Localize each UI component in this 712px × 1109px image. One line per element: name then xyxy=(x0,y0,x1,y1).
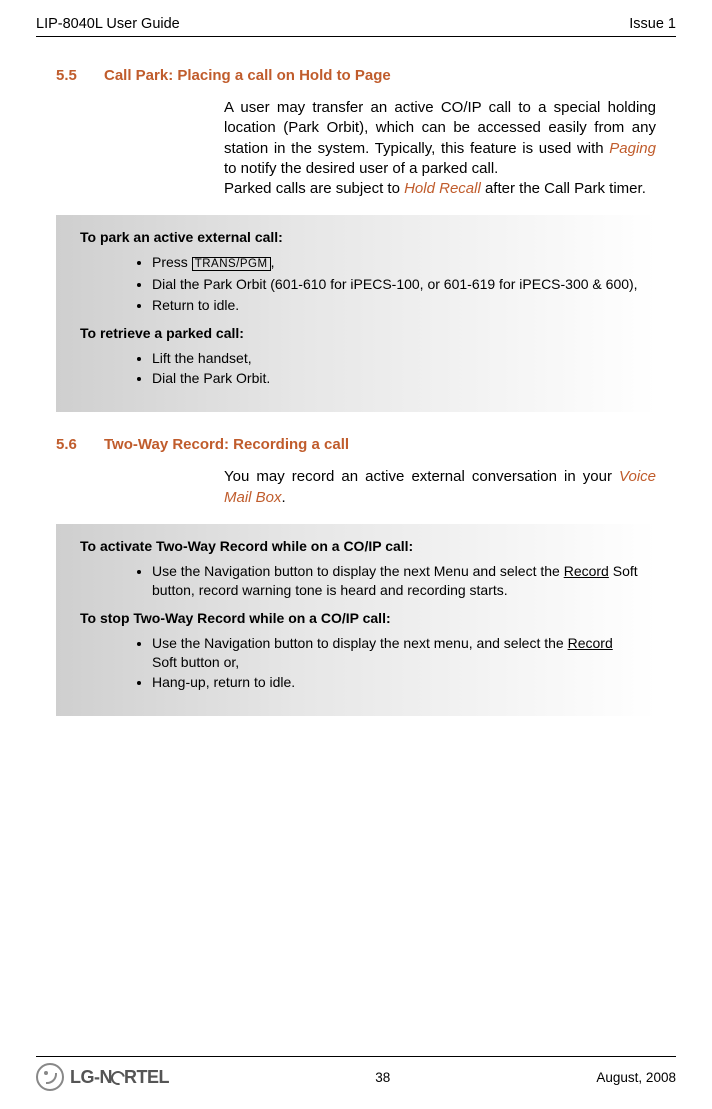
doc-title: LIP-8040L User Guide xyxy=(36,16,180,32)
text-run: Soft button or, xyxy=(152,654,239,670)
cross-reference-link: Hold Recall xyxy=(404,180,481,197)
list-item: Press TRANS/PGM, xyxy=(152,253,640,273)
body-paragraph: You may record an active external conver… xyxy=(224,467,656,508)
procedure-list: Lift the handset, Dial the Park Orbit. xyxy=(152,349,640,389)
body-paragraph: A user may transfer an active CO/IP call… xyxy=(224,98,656,179)
text-run: . xyxy=(282,489,286,506)
footer-rule xyxy=(36,1056,676,1057)
list-item: Lift the handset, xyxy=(152,349,640,368)
body-paragraph: Parked calls are subject to Hold Recall … xyxy=(224,179,656,199)
text-run: after the Call Park timer. xyxy=(481,180,646,197)
keycap: TRANS/PGM xyxy=(192,257,271,271)
list-item: Hang-up, return to idle. xyxy=(152,673,640,692)
procedure-heading: To activate Two-Way Record while on a CO… xyxy=(72,538,640,554)
section-heading: 5.5 Call Park: Placing a call on Hold to… xyxy=(56,67,656,84)
logo-text: LG-NRTEL xyxy=(70,1067,169,1088)
procedure-heading: To retrieve a parked call: xyxy=(72,325,640,341)
text-run: Use the Navigation button to display the… xyxy=(152,563,564,579)
procedure-heading: To park an active external call: xyxy=(72,229,640,245)
procedure-box: To park an active external call: Press T… xyxy=(56,215,656,412)
text-run: Parked calls are subject to xyxy=(224,180,404,197)
text-run: Press xyxy=(152,254,192,270)
procedure-list: Use the Navigation button to display the… xyxy=(152,634,640,693)
header-rule xyxy=(36,36,676,37)
text-run: , xyxy=(271,254,275,270)
issue-number: Issue 1 xyxy=(629,16,676,32)
text-run: to notify the desired user of a parked c… xyxy=(224,160,498,177)
section-number: 5.6 xyxy=(56,436,104,453)
lg-circle-icon xyxy=(36,1063,64,1091)
list-item: Use the Navigation button to display the… xyxy=(152,562,640,600)
text-run: You may record an active external conver… xyxy=(224,468,619,485)
logo-nortel: RTEL xyxy=(124,1067,169,1087)
section-number: 5.5 xyxy=(56,67,104,84)
procedure-list: Use the Navigation button to display the… xyxy=(152,562,640,600)
procedure-heading: To stop Two-Way Record while on a CO/IP … xyxy=(72,610,640,626)
logo-lg: LG xyxy=(70,1067,94,1087)
text-run: A user may transfer an active CO/IP call… xyxy=(224,99,656,157)
list-item: Dial the Park Orbit (601-610 for iPECS-1… xyxy=(152,275,640,294)
procedure-list: Press TRANS/PGM, Dial the Park Orbit (60… xyxy=(152,253,640,314)
section-title: Call Park: Placing a call on Hold to Pag… xyxy=(104,67,391,84)
page-header: LIP-8040L User Guide Issue 1 xyxy=(0,0,712,36)
procedure-box: To activate Two-Way Record while on a CO… xyxy=(56,524,656,716)
page-footer: LG-NRTEL 38 August, 2008 xyxy=(0,1056,712,1109)
soft-button-label: Record xyxy=(564,563,609,579)
list-item: Dial the Park Orbit. xyxy=(152,369,640,388)
cross-reference-link: Paging xyxy=(609,140,656,157)
section-title: Two-Way Record: Recording a call xyxy=(104,436,349,453)
section-heading: 5.6 Two-Way Record: Recording a call xyxy=(56,436,656,453)
list-item: Use the Navigation button to display the… xyxy=(152,634,640,672)
soft-button-label: Record xyxy=(568,635,613,651)
page-content: 5.5 Call Park: Placing a call on Hold to… xyxy=(0,67,712,716)
page-number: 38 xyxy=(375,1070,390,1085)
footer-date: August, 2008 xyxy=(596,1070,676,1085)
list-item: Return to idle. xyxy=(152,296,640,315)
lg-nortel-logo: LG-NRTEL xyxy=(36,1063,169,1091)
text-run: Use the Navigation button to display the… xyxy=(152,635,568,651)
